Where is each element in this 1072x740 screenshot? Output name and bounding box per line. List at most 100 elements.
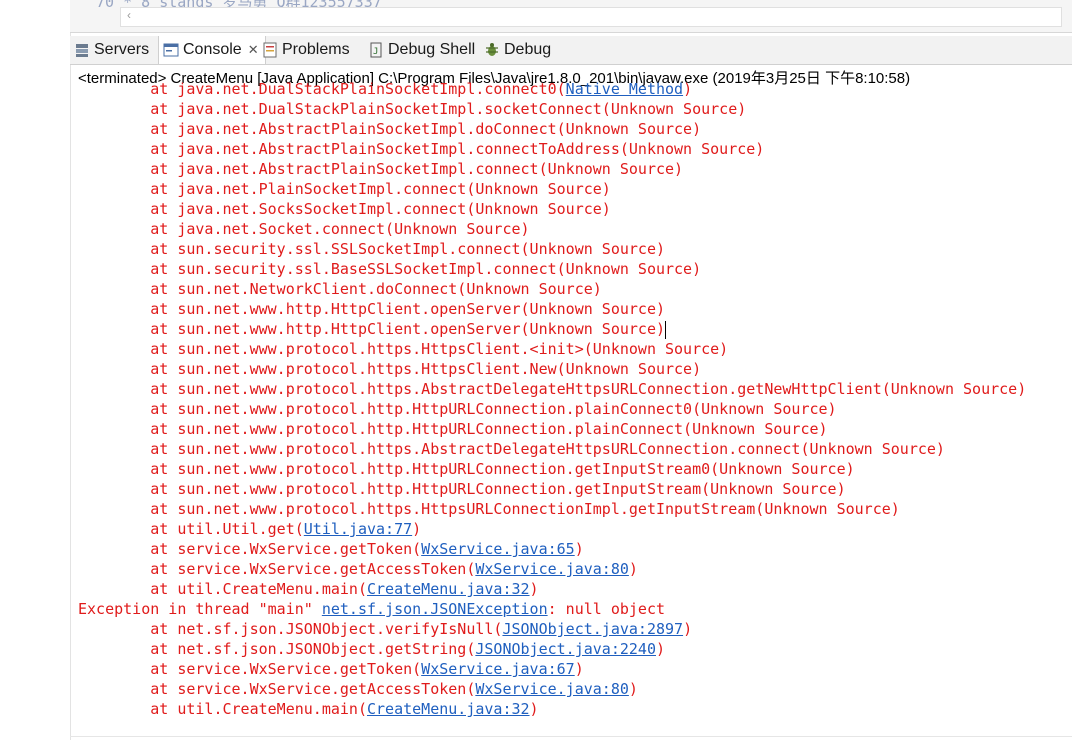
console-line: at util.CreateMenu.main(CreateMenu.java:… (78, 699, 539, 719)
console-line: at java.net.DualStackPlainSocketImpl.soc… (78, 99, 746, 119)
console-line: at java.net.DualStackPlainSocketImpl.con… (78, 79, 692, 99)
tab-console[interactable]: Console ✕ (158, 36, 266, 64)
console-line: at net.sf.json.JSONObject.verifyIsNull(J… (78, 619, 692, 639)
console-line-text: ) (574, 540, 584, 558)
tab-label: Debug (504, 41, 552, 58)
console-line: at service.WxService.getAccessToken(WxSe… (78, 679, 638, 699)
console-line: at util.Util.get(Util.java:77) (78, 519, 421, 539)
editor-horizontal-scrollbar[interactable]: ‹ (120, 7, 1062, 27)
tab-debug-shell[interactable]: J Debug Shell (368, 36, 475, 64)
console-line-text: at sun.security.ssl.SSLSocketImpl.connec… (78, 240, 665, 258)
console-line: at java.net.PlainSocketImpl.connect(Unkn… (78, 179, 611, 199)
console-line-text: : null object (547, 600, 666, 618)
console-line-text: at sun.net.www.protocol.http.HttpURLConn… (78, 420, 828, 438)
tab-servers[interactable]: Servers (74, 36, 149, 64)
source-link[interactable]: JSONObject.java:2897 (502, 620, 683, 638)
console-line-text: at sun.net.www.protocol.https.AbstractDe… (78, 380, 1027, 398)
console-line: at sun.net.NetworkClient.doConnect(Unkno… (78, 279, 602, 299)
console-line: at java.net.AbstractPlainSocketImpl.conn… (78, 139, 764, 159)
console-line-text: at util.Util.get( (78, 520, 304, 538)
console-line-text: at java.net.Socket.connect(Unknown Sourc… (78, 220, 530, 238)
problems-icon (263, 42, 277, 58)
console-line-text: at java.net.AbstractPlainSocketImpl.conn… (78, 160, 684, 178)
console-line-text: at net.sf.json.JSONObject.verifyIsNull( (78, 620, 503, 638)
console-line-text: ) (529, 700, 539, 718)
close-icon[interactable]: ✕ (248, 42, 259, 58)
console-line: at sun.security.ssl.BaseSSLSocketImpl.co… (78, 259, 701, 279)
console-line-text: at java.net.DualStackPlainSocketImpl.con… (78, 80, 566, 98)
left-panel-strip (0, 0, 71, 740)
console-line: at sun.net.www.protocol.https.AbstractDe… (78, 379, 1026, 399)
source-link[interactable]: WxService.java:65 (421, 540, 575, 558)
tab-label: Problems (282, 41, 350, 58)
console-line-text: ) (655, 640, 666, 658)
console-line-text: at sun.net.www.protocol.http.HttpURLConn… (78, 480, 846, 498)
source-link[interactable]: WxService.java:80 (475, 680, 629, 698)
debug-icon (486, 43, 498, 56)
source-link[interactable]: CreateMenu.java:32 (367, 700, 530, 718)
console-line: at sun.net.www.http.HttpClient.openServe… (78, 319, 666, 339)
console-line-text: at sun.net.www.protocol.https.HttpsURLCo… (78, 500, 900, 518)
console-line-text: at net.sf.json.JSONObject.getString( (78, 640, 476, 658)
console-line-text: at service.WxService.getToken( (78, 540, 422, 558)
console-line: at java.net.Socket.connect(Unknown Sourc… (78, 219, 530, 239)
console-line-text: at java.net.PlainSocketImpl.connect(Unkn… (78, 180, 611, 198)
console-line-text: at sun.net.www.protocol.https.AbstractDe… (78, 440, 945, 458)
console-output[interactable]: at java.net.DualStackPlainSocketImpl.con… (78, 78, 1072, 728)
source-link[interactable]: Util.java:77 (304, 520, 412, 538)
console-line-text: at util.CreateMenu.main( (78, 700, 367, 718)
console-line: at sun.net.www.protocol.https.HttpsClien… (78, 339, 728, 359)
console-line-text: at util.CreateMenu.main( (78, 580, 367, 598)
console-line-text: at service.WxService.getAccessToken( (78, 560, 476, 578)
console-line-text: ) (628, 560, 638, 578)
source-link[interactable]: WxService.java:80 (475, 560, 629, 578)
console-line: at net.sf.json.JSONObject.getString(JSON… (78, 639, 665, 659)
scroll-left-arrow-icon[interactable]: ‹ (127, 8, 131, 22)
console-line: at sun.net.www.protocol.http.HttpURLConn… (78, 479, 846, 499)
console-line-text: at sun.net.www.http.HttpClient.openServe… (78, 320, 665, 338)
console-line-text: at sun.net.www.protocol.http.HttpURLConn… (78, 460, 855, 478)
tab-debug[interactable]: Debug (484, 36, 551, 64)
console-line: at service.WxService.getToken(WxService.… (78, 659, 584, 679)
console-line: at util.CreateMenu.main(CreateMenu.java:… (78, 579, 539, 599)
console-line-text: at sun.net.www.http.HttpClient.openServe… (78, 300, 665, 318)
tab-label: Servers (94, 41, 150, 58)
console-line: at service.WxService.getAccessToken(WxSe… (78, 559, 638, 579)
console-line-text: at sun.net.www.protocol.http.HttpURLConn… (78, 400, 837, 418)
console-line: at sun.net.www.protocol.http.HttpURLConn… (78, 419, 828, 439)
divider (70, 736, 1072, 737)
console-line: at sun.security.ssl.SSLSocketImpl.connec… (78, 239, 665, 259)
console-line-text: ) (683, 620, 693, 638)
source-link[interactable]: Native Method (566, 80, 683, 98)
debug-shell-icon: J (370, 42, 382, 58)
console-line-text: at java.net.AbstractPlainSocketImpl.conn… (78, 140, 765, 158)
console-line-text: at sun.security.ssl.BaseSSLSocketImpl.co… (78, 260, 702, 278)
console-line-text: at sun.net.www.protocol.https.HttpsClien… (78, 340, 729, 358)
servers-icon (76, 44, 88, 57)
console-line: at sun.net.www.protocol.http.HttpURLConn… (78, 399, 837, 419)
tab-problems[interactable]: Problems (262, 36, 350, 64)
source-link[interactable]: net.sf.json.JSONException (322, 600, 548, 618)
console-line: at sun.net.www.protocol.http.HttpURLConn… (78, 459, 855, 479)
console-line-text: ) (529, 580, 539, 598)
tab-label: Console (183, 41, 242, 58)
console-line-text: at service.WxService.getToken( (78, 660, 422, 678)
console-line: at service.WxService.getToken(WxService.… (78, 539, 584, 559)
console-line-text: at service.WxService.getAccessToken( (78, 680, 476, 698)
source-link[interactable]: CreateMenu.java:32 (367, 580, 530, 598)
console-line-text: at sun.net.www.protocol.https.HttpsClien… (78, 360, 702, 378)
source-link[interactable]: WxService.java:67 (421, 660, 575, 678)
svg-text:J: J (373, 47, 378, 57)
console-line-text: at java.net.AbstractPlainSocketImpl.doCo… (78, 120, 702, 138)
console-line: at sun.net.www.protocol.https.HttpsURLCo… (78, 499, 900, 519)
source-link[interactable]: JSONObject.java:2240 (475, 640, 656, 658)
console-line-text: ) (683, 80, 693, 98)
console-line: at sun.net.www.protocol.https.AbstractDe… (78, 439, 945, 459)
console-line-text: ) (412, 520, 422, 538)
console-icon (163, 43, 179, 57)
console-line: at sun.net.www.http.HttpClient.openServe… (78, 299, 665, 319)
view-tab-bar: Servers Console ✕ Problems J Debug Shell (70, 36, 1072, 65)
console-line-text: at sun.net.NetworkClient.doConnect(Unkno… (78, 280, 602, 298)
console-line-text: at java.net.DualStackPlainSocketImpl.soc… (78, 100, 747, 118)
console-line: at java.net.AbstractPlainSocketImpl.conn… (78, 159, 683, 179)
